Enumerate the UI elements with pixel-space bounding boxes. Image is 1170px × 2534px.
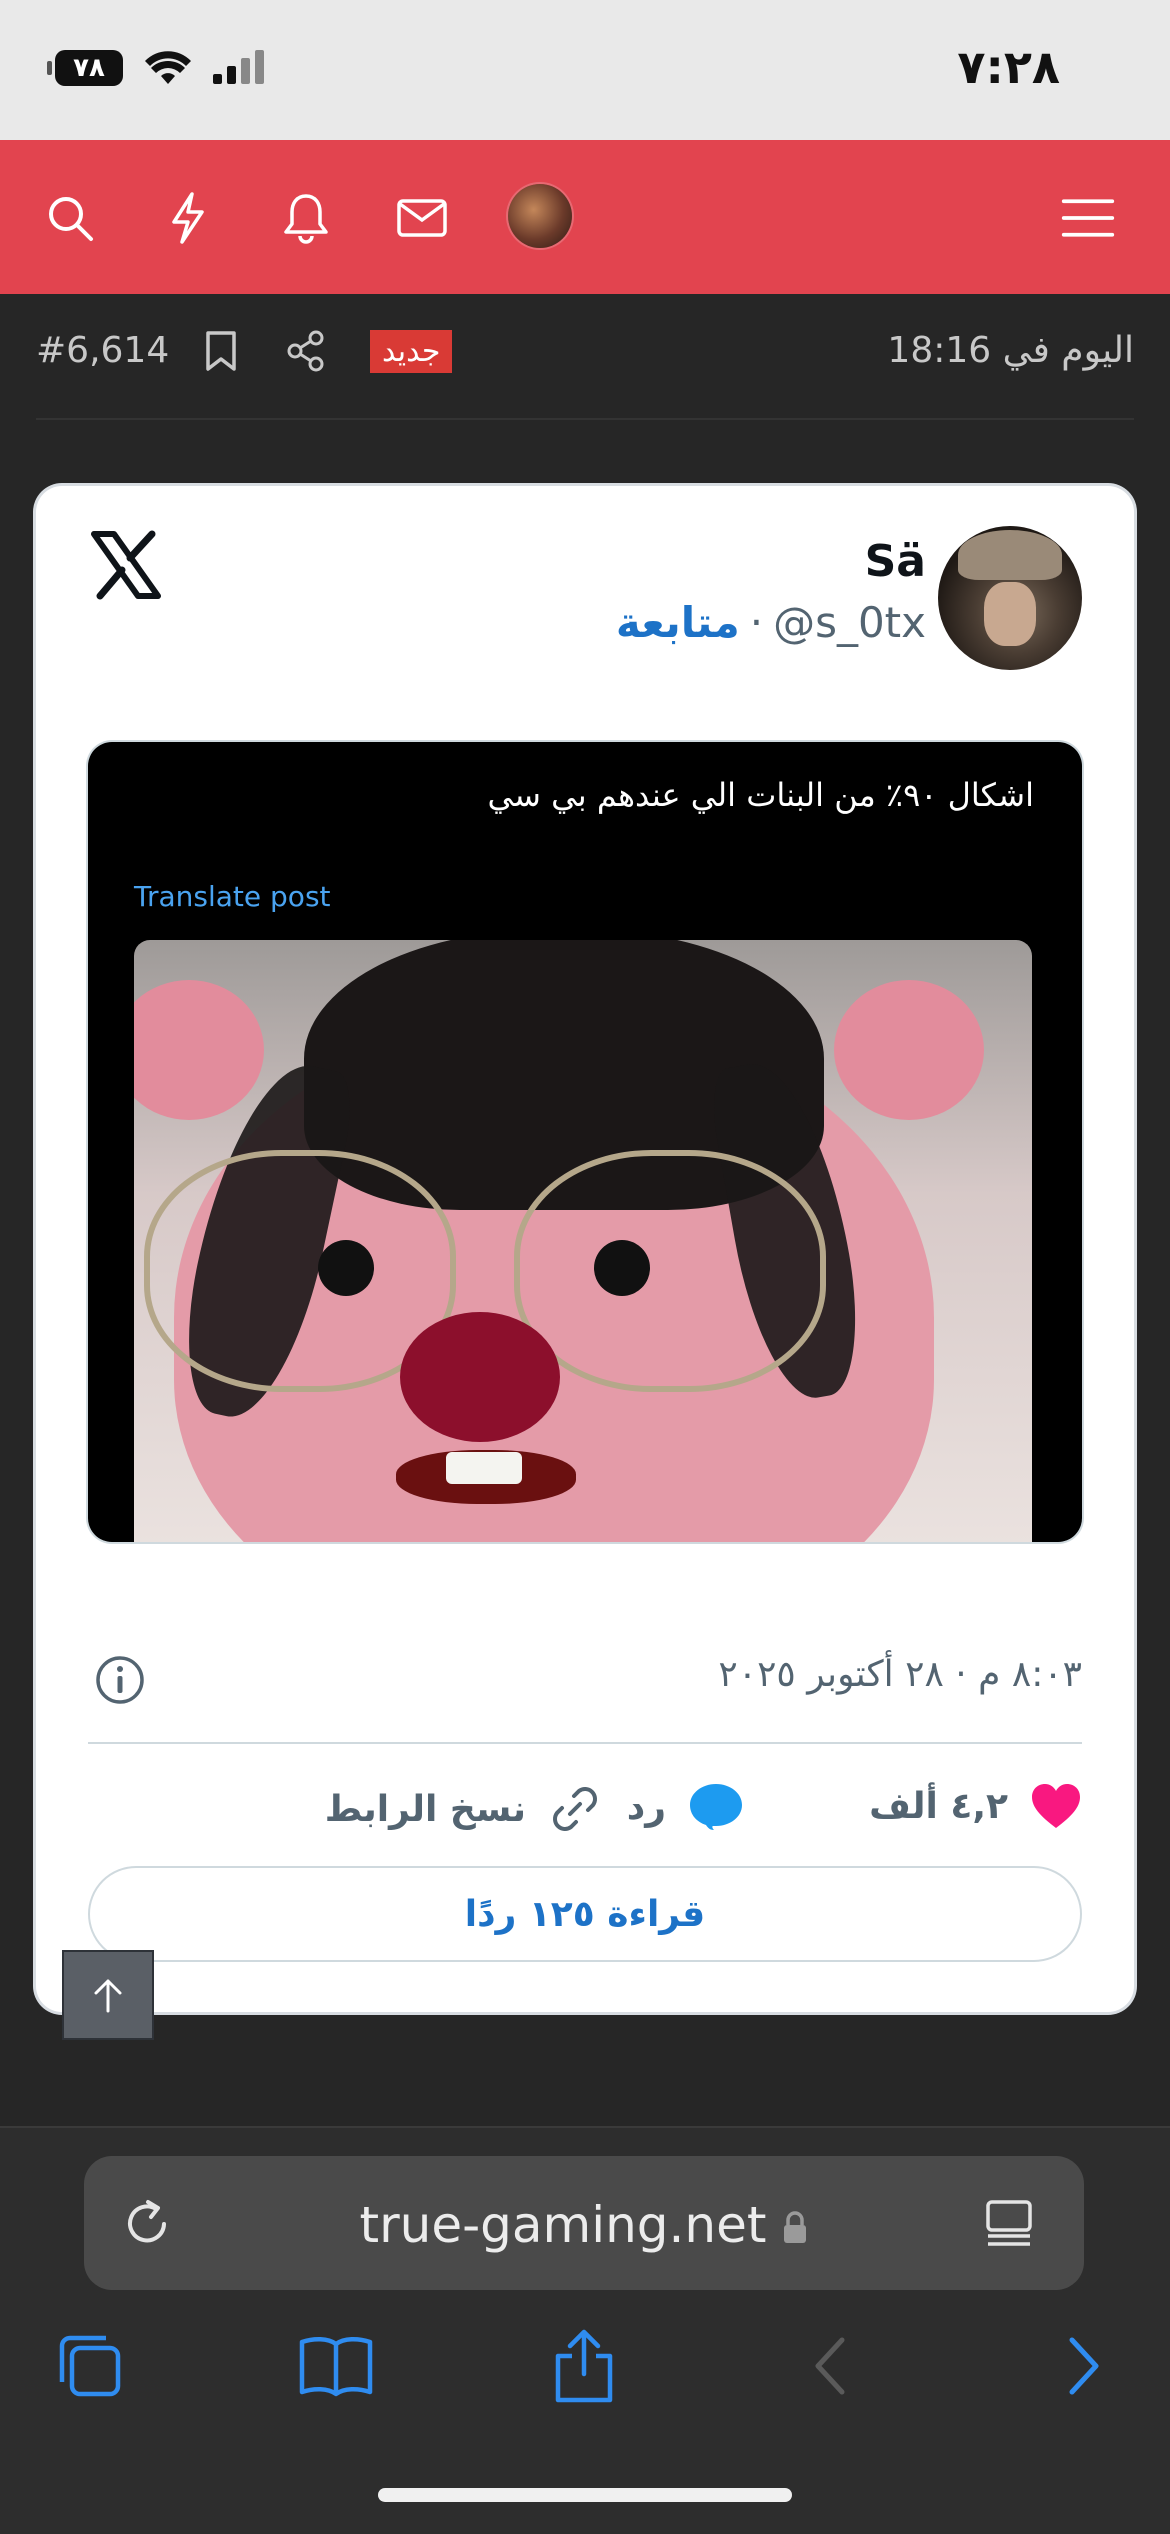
heart-icon	[1032, 1784, 1080, 1828]
post-date: اليوم في 18:16	[887, 330, 1134, 371]
address-bar[interactable]: true-gaming.net	[84, 2156, 1084, 2290]
separator-dot: ·	[749, 598, 764, 647]
url-display[interactable]: true-gaming.net	[84, 2196, 1084, 2258]
like-button[interactable]: ٤,٢ ألف	[869, 1782, 1082, 1830]
tweet-author-avatar[interactable]	[938, 526, 1082, 670]
tweet-timestamp[interactable]: ٨:٠٣ م · ٢٨ أكتوبر ٢٠٢٥	[718, 1654, 1082, 1695]
bookmarks-book-icon[interactable]	[296, 2326, 376, 2406]
read-replies-button[interactable]: قراءة ١٢٥ ردًا	[88, 1866, 1082, 1962]
status-bar: ٧٨ ٧:٢٨	[0, 0, 1170, 140]
photo-shape	[514, 1150, 826, 1392]
new-badge: جديد	[370, 330, 453, 373]
user-avatar[interactable]	[508, 184, 572, 248]
copy-link-label: نسخ الرابط	[324, 1788, 526, 1830]
divider	[88, 1742, 1082, 1744]
tweet-media[interactable]: اشكال ٩٠٪ من البنات الي عندهم بي سي Tran…	[88, 742, 1082, 1542]
scroll-to-top-button[interactable]	[62, 1950, 154, 2040]
reader-mode-icon[interactable]	[982, 2196, 1036, 2250]
forward-chevron-icon[interactable]	[1044, 2326, 1124, 2406]
menu-icon[interactable]	[1060, 190, 1116, 246]
back-chevron-icon	[790, 2326, 870, 2406]
battery-icon: ٧٨	[47, 50, 123, 86]
lightning-icon[interactable]	[160, 190, 216, 246]
post-meta-row: #6,614 جديد اليوم في 18:16	[36, 294, 1134, 420]
tweet-text: اشكال ٩٠٪ من البنات الي عندهم بي سي	[487, 776, 1034, 814]
tweet-handle-row: @s_0tx·متابعة	[616, 598, 926, 647]
mail-icon[interactable]	[394, 190, 450, 246]
follow-button[interactable]: متابعة	[616, 598, 740, 647]
status-time: ٧:٢٨	[957, 40, 1060, 94]
copy-link-button[interactable]: نسخ الرابط	[325, 1782, 602, 1836]
x-logo-icon[interactable]	[90, 530, 162, 600]
cellular-signal-icon	[213, 50, 264, 84]
photo-shape	[400, 1312, 560, 1442]
lock-icon	[781, 2200, 809, 2258]
link-icon	[553, 1787, 597, 1831]
url-text: true-gaming.net	[359, 2196, 767, 2254]
post-number[interactable]: #6,614	[36, 330, 169, 371]
photo-shape	[834, 980, 984, 1120]
reply-bubble-icon	[690, 1784, 742, 1830]
browser-toolbar: true-gaming.net	[0, 2126, 1170, 2534]
bell-icon[interactable]	[278, 190, 334, 246]
photo-shape	[446, 1452, 522, 1484]
bookmark-icon[interactable]	[204, 330, 238, 376]
info-icon[interactable]	[94, 1654, 146, 1706]
translate-post-link[interactable]: Translate post	[134, 880, 331, 913]
photo-shape	[134, 980, 264, 1120]
search-icon[interactable]	[42, 190, 98, 246]
share-upload-icon[interactable]	[544, 2326, 624, 2406]
reply-label: رد	[626, 1786, 666, 1828]
status-icons: ٧٨	[47, 50, 269, 86]
wifi-icon	[145, 51, 191, 84]
tabs-icon[interactable]	[50, 2326, 130, 2406]
arrow-up-icon	[94, 1979, 122, 2013]
tweet-embed-card[interactable]: Sä @s_0tx·متابعة اشكال ٩٠٪ من البنات الي…	[36, 486, 1134, 2012]
tweet-author-name[interactable]: Sä	[865, 536, 926, 587]
site-header	[0, 140, 1170, 294]
tweet-photo[interactable]	[134, 940, 1032, 1542]
reply-button[interactable]: رد	[627, 1782, 744, 1832]
share-icon[interactable]	[286, 330, 326, 376]
tweet-author-handle[interactable]: @s_0tx	[773, 598, 926, 647]
home-indicator[interactable]	[378, 2488, 792, 2502]
like-count: ٤,٢ ألف	[869, 1785, 1008, 1827]
